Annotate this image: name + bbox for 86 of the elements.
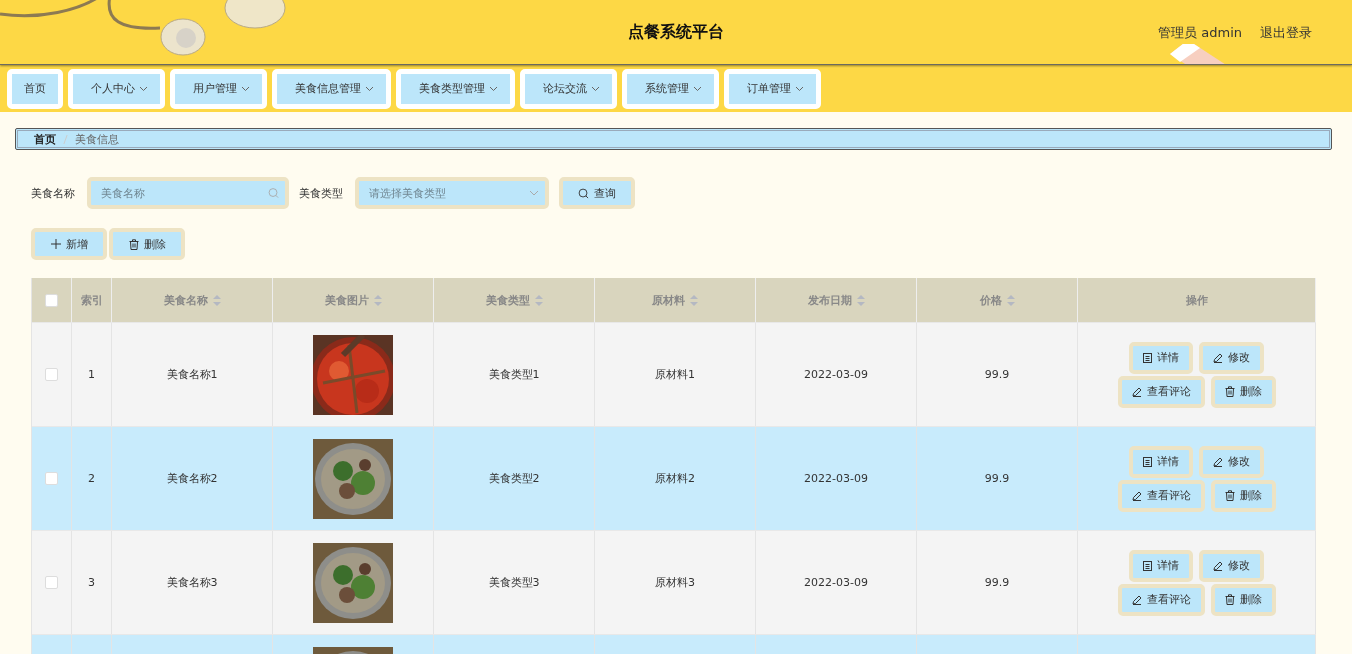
chevron-down-icon [795, 85, 804, 92]
nav-item[interactable]: 系统管理 [622, 68, 719, 109]
sort-icon[interactable] [212, 294, 221, 306]
type-cell: 美食类型3 [488, 575, 540, 590]
chevron-down-icon [489, 85, 498, 92]
search-icon [578, 187, 589, 199]
pencil-icon [1213, 560, 1223, 571]
type-select[interactable]: 请选择美食类型 [355, 177, 549, 209]
trash-icon [1224, 594, 1235, 605]
nav-item[interactable]: 个人中心 [68, 68, 165, 109]
date-cell: 2022-03-09 [804, 472, 868, 485]
type-cell: 美食类型1 [488, 367, 540, 382]
chevron-down-icon [241, 85, 250, 92]
chevron-down-icon [139, 85, 148, 92]
name-cell: 美食名称3 [166, 575, 218, 590]
admin-user-label: 管理员 admin [1158, 24, 1242, 42]
pencil-icon [1131, 594, 1142, 605]
pencil-icon [1131, 490, 1142, 501]
view-comments-button[interactable]: 查看评论 [1117, 583, 1205, 616]
site-title: 点餐系统平台 [628, 21, 724, 43]
delete-button[interactable]: 删除 [1210, 583, 1276, 616]
breadcrumb-item[interactable]: 首页 [34, 131, 56, 147]
select-all-checkbox[interactable] [45, 293, 58, 307]
delete-button[interactable]: 删除 [1210, 479, 1276, 512]
document-icon [1143, 560, 1152, 571]
nav-item[interactable]: 美食类型管理 [396, 68, 515, 109]
material-cell: 原材料2 [655, 471, 695, 486]
date-cell: 2022-03-09 [804, 576, 868, 589]
sort-icon[interactable] [1006, 294, 1015, 306]
view-comments-button[interactable]: 查看评论 [1117, 375, 1205, 408]
plus-icon [50, 239, 61, 249]
price-cell: 99.9 [984, 576, 1010, 589]
nav-item[interactable]: 订单管理 [724, 68, 821, 109]
pencil-icon [1213, 456, 1223, 467]
material-cell: 原材料3 [655, 575, 695, 590]
document-icon [1143, 352, 1152, 363]
price-cell: 99.9 [984, 472, 1010, 485]
sort-icon[interactable] [690, 294, 698, 306]
breadcrumb-item[interactable]: 美食信息 [75, 131, 119, 147]
delete-button[interactable]: 删除 [1210, 375, 1276, 408]
search-icon [268, 187, 279, 199]
nav-item[interactable]: 首页 [7, 68, 63, 109]
sort-icon[interactable] [534, 294, 543, 306]
sort-icon[interactable] [373, 294, 382, 306]
index-cell: 1 [88, 368, 95, 381]
name-cell: 美食名称1 [166, 367, 218, 382]
chevron-down-icon [365, 85, 374, 92]
name-search-field[interactable]: 美食名称 [87, 177, 289, 209]
column-header: 操作 [1185, 292, 1208, 308]
nav-item[interactable]: 论坛交流 [520, 68, 617, 109]
edit-button[interactable]: 修改 [1199, 445, 1264, 478]
logout-link[interactable]: 退出登录 [1260, 24, 1312, 42]
type-label: 美食类型 [299, 185, 343, 201]
type-cell: 美食类型2 [488, 471, 540, 486]
name-label: 美食名称 [31, 185, 75, 201]
row-checkbox[interactable] [45, 576, 58, 589]
column-header: 索引 [80, 292, 103, 308]
nav-item[interactable]: 美食信息管理 [272, 68, 391, 109]
row-checkbox[interactable] [45, 368, 58, 381]
date-cell: 2022-03-09 [804, 368, 868, 381]
trash-icon [1224, 490, 1235, 501]
material-cell: 原材料1 [655, 367, 695, 382]
document-icon [1143, 456, 1152, 467]
trash-icon [1224, 386, 1235, 397]
edit-button[interactable]: 修改 [1199, 341, 1264, 374]
name-cell: 美食名称2 [166, 471, 218, 486]
chevron-down-icon [529, 190, 539, 196]
add-button[interactable]: 新增 [31, 228, 107, 260]
chevron-down-icon [693, 85, 702, 92]
detail-button[interactable]: 详情 [1129, 549, 1193, 582]
sort-icon[interactable] [856, 294, 865, 306]
price-cell: 99.9 [984, 368, 1010, 381]
nav-item[interactable]: 用户管理 [170, 68, 267, 109]
pencil-icon [1131, 386, 1142, 397]
pencil-icon [1213, 352, 1223, 363]
row-checkbox[interactable] [45, 472, 58, 485]
chevron-down-icon [591, 85, 600, 92]
index-cell: 3 [88, 576, 95, 589]
index-cell: 2 [88, 472, 95, 485]
delete-button[interactable]: 删除 [109, 228, 185, 260]
detail-button[interactable]: 详情 [1129, 445, 1193, 478]
trash-icon [128, 238, 139, 250]
query-button[interactable]: 查询 [559, 177, 635, 209]
detail-button[interactable]: 详情 [1129, 341, 1193, 374]
view-comments-button[interactable]: 查看评论 [1117, 479, 1205, 512]
edit-button[interactable]: 修改 [1199, 549, 1264, 582]
